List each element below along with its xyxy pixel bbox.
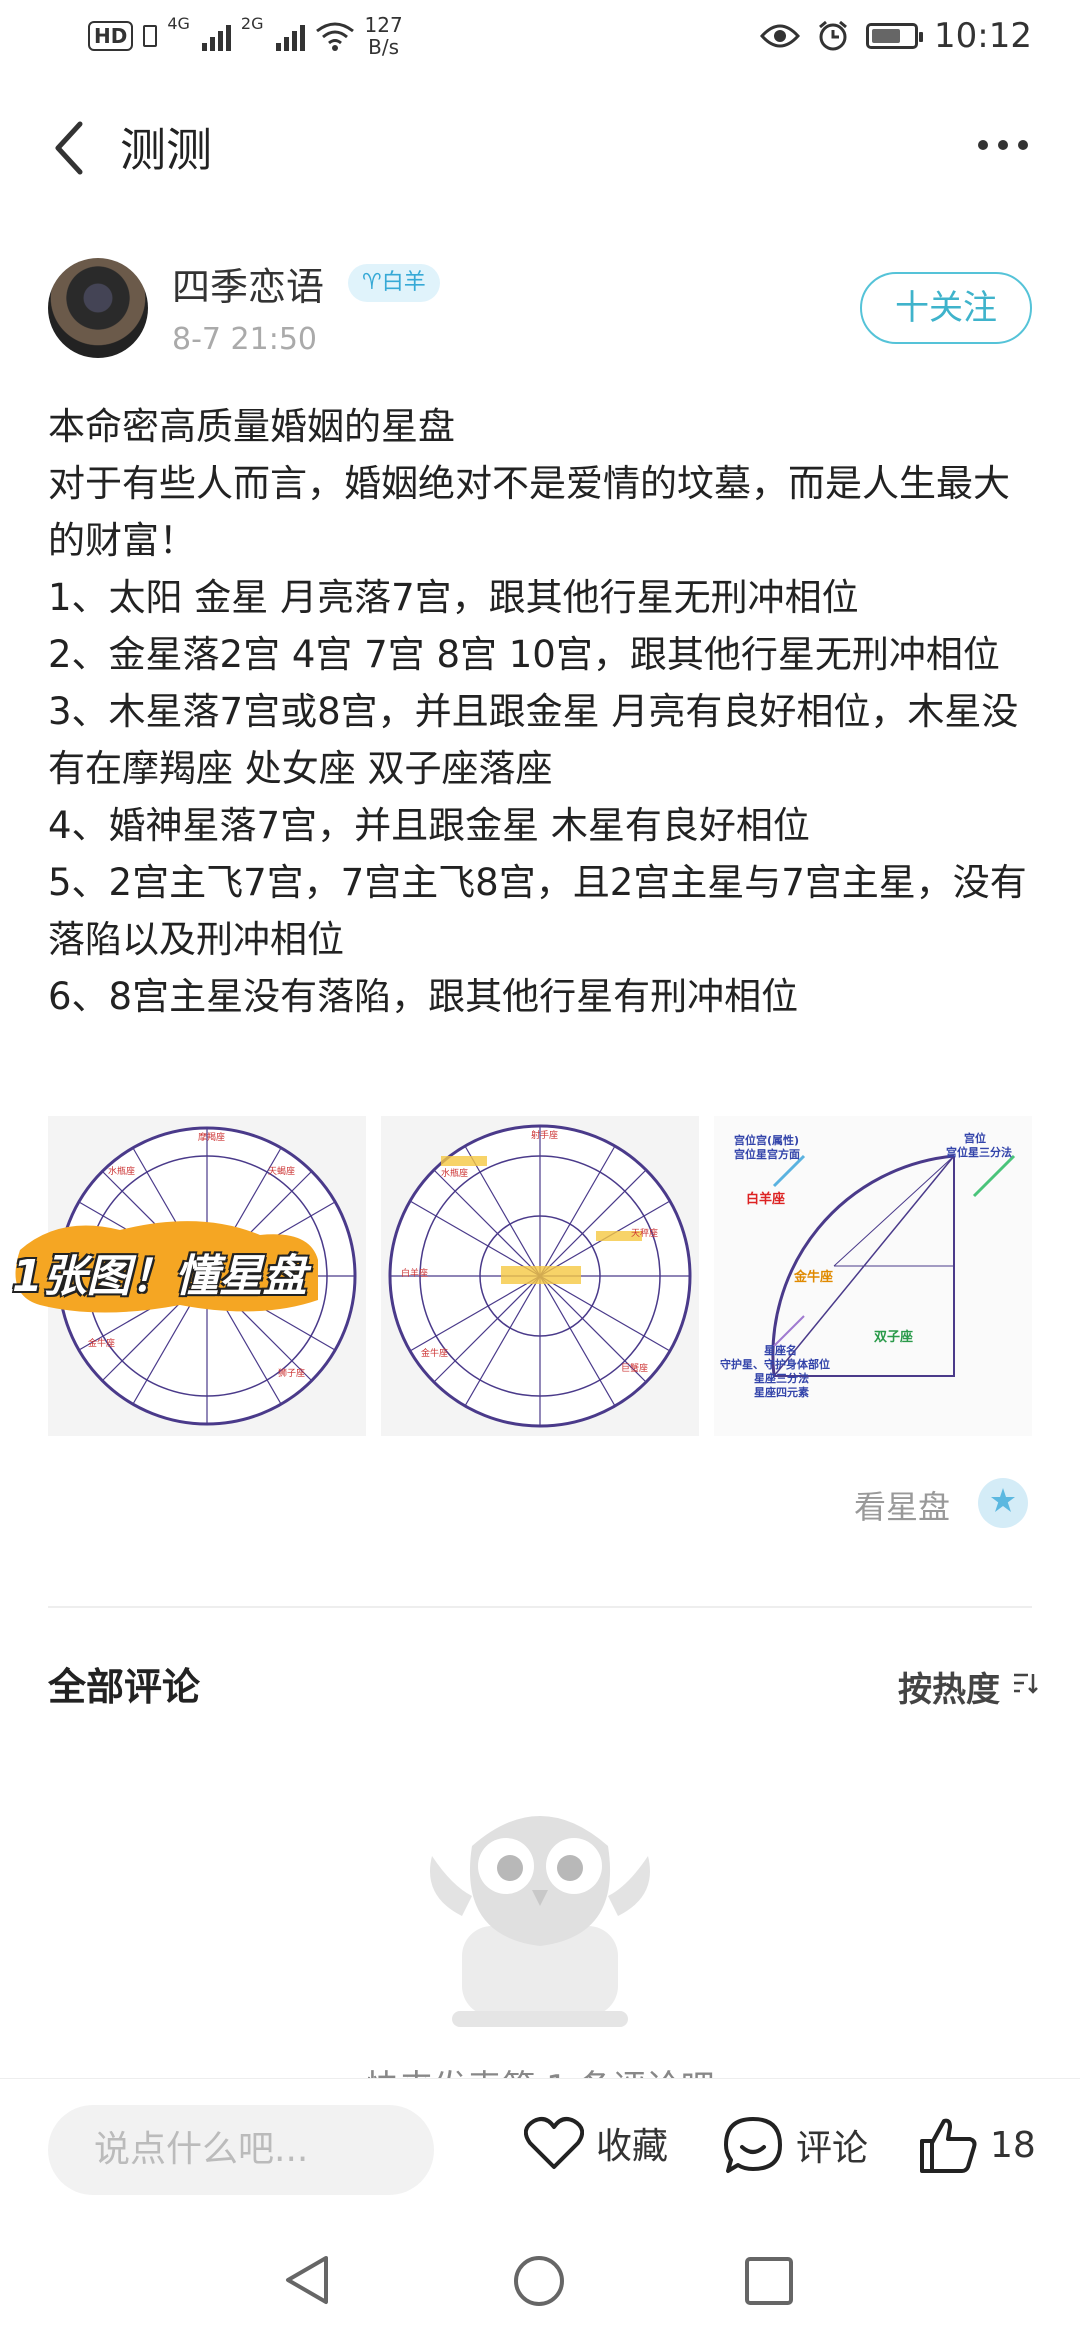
sort-icon[interactable] xyxy=(1012,1672,1038,1694)
eye-icon xyxy=(760,24,801,48)
svg-text:水瓶座: 水瓶座 xyxy=(441,1167,468,1179)
svg-text:白羊座: 白羊座 xyxy=(401,1267,428,1279)
comment-input[interactable]: 说点什么吧... xyxy=(48,2105,434,2195)
author-name[interactable]: 四季恋语 xyxy=(172,256,324,311)
avatar[interactable] xyxy=(48,258,148,358)
svg-text:巨蟹座: 巨蟹座 xyxy=(621,1362,648,1374)
nav-home-icon[interactable] xyxy=(512,2254,566,2308)
battery-icon xyxy=(866,23,924,49)
nav-back-icon[interactable] xyxy=(282,2254,332,2306)
diagram-label: 星座四元素 xyxy=(754,1386,809,1399)
post-line: 1、太阳 金星 月亮落7宫，跟其他行星无刑冲相位 xyxy=(48,576,859,619)
diagram-label: 宫位星三分法 xyxy=(946,1146,1012,1159)
view-chart-link[interactable]: 看星盘 xyxy=(854,1482,950,1528)
divider xyxy=(48,1606,1032,1608)
sim-icon xyxy=(143,25,158,47)
heart-icon xyxy=(524,2117,584,2169)
svg-text:射手座: 射手座 xyxy=(531,1129,558,1141)
post-time: 8-7 21:50 xyxy=(172,322,317,357)
diagram-label: 双子座 xyxy=(874,1330,914,1345)
diagram-label: 白羊座 xyxy=(746,1192,786,1207)
signal-1-label: 4G xyxy=(167,14,190,33)
post-image-3[interactable]: 宫位宫(属性) 宫位星宫方面 宫位 宫位星三分法 白羊座 金牛座 双子座 星座名… xyxy=(714,1116,1032,1436)
follow-button[interactable]: 十关注 xyxy=(860,272,1032,344)
comment-label: 评论 xyxy=(796,2128,869,2169)
post-content: 本命密高质量婚姻的星盘 对于有些人而言，婚姻绝对不是爱情的坟墓，而是人生最大的财… xyxy=(48,398,1038,1025)
owl-mascot-icon xyxy=(430,1816,650,2027)
like-count: 18 xyxy=(990,2124,1036,2166)
star-chart-icon[interactable] xyxy=(978,1478,1028,1528)
svg-text:天蝎座: 天蝎座 xyxy=(268,1165,295,1177)
zodiac-badge: ♈白羊 xyxy=(348,264,440,302)
post-line: 4、婚神星落7宫，并且跟金星 木星有良好相位 xyxy=(48,804,810,847)
svg-text:狮子座: 狮子座 xyxy=(278,1367,305,1379)
net-speed: 127 B/s xyxy=(364,13,403,59)
post-line: 2、金星落2宫 4宫 7宫 8宫 10宫，跟其他行星无刑冲相位 xyxy=(48,633,1000,676)
post-line: 3、木星落7宫或8宫，并且跟金星 月亮有良好相位，木星没有在摩羯座 处女座 双子… xyxy=(48,690,1019,790)
comment-bubble-icon xyxy=(724,2117,782,2173)
svg-text:金牛座: 金牛座 xyxy=(421,1347,448,1359)
svg-text:摩羯座: 摩羯座 xyxy=(198,1131,225,1143)
thumbs-up-icon xyxy=(920,2118,977,2173)
app-header: 测测 xyxy=(0,90,1080,200)
nav-recents-icon[interactable] xyxy=(744,2256,794,2306)
status-bar: HD 4G 2G 127 B/s 10:12 xyxy=(0,0,1080,80)
more-dots-icon[interactable] xyxy=(978,140,1028,150)
post-line: 本命密高质量婚姻的星盘 xyxy=(48,405,455,448)
bottom-action-bar: 说点什么吧... 收藏 评论 18 xyxy=(0,2078,1080,2218)
system-nav-bar xyxy=(0,2218,1080,2340)
signal-2-label: 2G xyxy=(240,14,264,33)
post-line: 6、8宫主星没有落陷，跟其他行星有刑冲相位 xyxy=(48,975,799,1018)
post-line: 5、2宫主飞7宫，7宫主飞8宫，且2宫主星与7宫主星，没有落陷以及刑冲相位 xyxy=(48,861,1027,961)
favorite-button[interactable]: 收藏 xyxy=(524,2115,668,2171)
favorite-label: 收藏 xyxy=(596,2126,669,2167)
svg-text:水瓶座: 水瓶座 xyxy=(108,1165,135,1177)
signal-2-icon xyxy=(275,21,305,51)
diagram-label: 宫位星宫方面 xyxy=(734,1148,800,1161)
svg-text:天秤座: 天秤座 xyxy=(631,1227,658,1239)
page-title: 测测 xyxy=(120,123,212,177)
like-button[interactable]: 18 xyxy=(918,2115,1036,2175)
signal-1-icon xyxy=(201,21,231,51)
alarm-icon xyxy=(819,20,847,51)
hd-indicator: HD xyxy=(88,21,134,51)
diagram-label: 金牛座 xyxy=(794,1270,834,1285)
wifi-icon xyxy=(315,22,354,51)
sort-button[interactable]: 按热度 xyxy=(898,1662,1000,1711)
clock: 10:12 xyxy=(934,16,1032,56)
post-line: 对于有些人而言，婚姻绝对不是爱情的坟墓，而是人生最大的财富！ xyxy=(48,462,1010,562)
svg-text:金牛座: 金牛座 xyxy=(88,1337,115,1349)
post-image-2[interactable]: 射手座水瓶座白羊座 天秤座金牛座巨蟹座 xyxy=(381,1116,699,1436)
back-arrow-icon[interactable] xyxy=(46,118,96,178)
comment-button[interactable]: 评论 xyxy=(722,2115,868,2175)
overlay-text: 1张图！懂星盘 xyxy=(12,1251,307,1302)
comments-title: 全部评论 xyxy=(48,1665,201,1709)
